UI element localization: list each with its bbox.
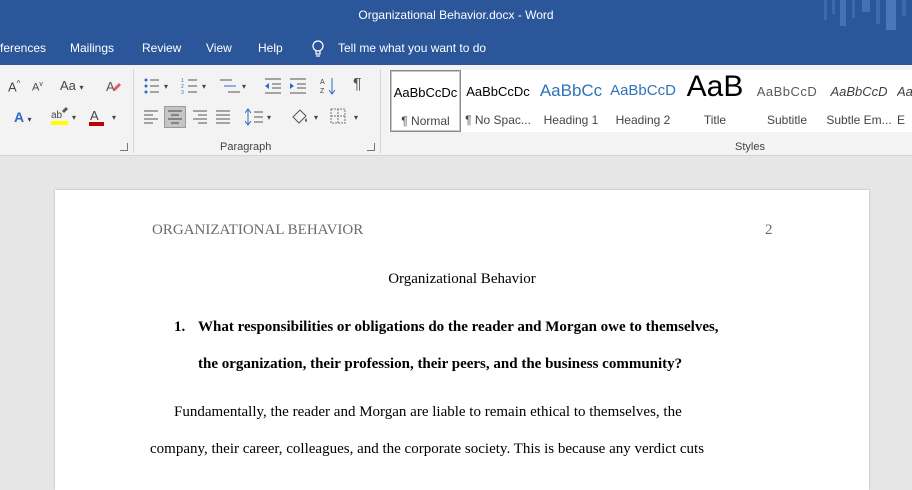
svg-text:▾: ▾ [164, 82, 168, 91]
question-number: 1. [174, 319, 186, 335]
style-subtitle-name: Subtitle [766, 113, 808, 127]
shading-icon[interactable]: ▾ [290, 107, 322, 127]
svg-text:▾: ▾ [242, 82, 246, 91]
sort-icon[interactable]: A Z [320, 76, 338, 96]
grow-font-label: A [8, 79, 17, 95]
highlight-color-icon[interactable]: ab ▾ [50, 107, 80, 127]
increase-indent-icon[interactable] [288, 77, 308, 95]
title-bar-decoration [824, 0, 906, 30]
svg-text:A: A [90, 108, 99, 123]
text-effects-button[interactable]: A ▾ [14, 109, 32, 125]
decrease-indent-icon[interactable] [263, 77, 283, 95]
style-title-sample: AaB [686, 70, 744, 103]
tell-me-search[interactable]: Tell me what you want to do [338, 41, 486, 55]
numbering-icon[interactable]: 1 2 3 ▾ [181, 77, 211, 95]
paragraph-group-label: Paragraph [220, 141, 272, 153]
document-title: Organizational Behavior [388, 271, 536, 287]
style-no-spacing[interactable]: AaBbCcDc ¶ No Spac... [463, 70, 533, 132]
tab-help[interactable]: Help [258, 41, 283, 55]
style-normal-sample: AaBbCcDc [393, 85, 458, 100]
clear-formatting-icon[interactable]: A [104, 77, 122, 95]
grow-font-button[interactable]: A^ [8, 79, 20, 94]
svg-text:A: A [320, 79, 325, 86]
style-heading-1[interactable]: AaBbCc Heading 1 [535, 70, 607, 132]
tab-mailings[interactable]: Mailings [70, 41, 114, 55]
style-subtitle[interactable]: AaBbCcD Subtitle [751, 70, 823, 132]
show-formatting-marks-button[interactable]: ¶ [353, 76, 362, 94]
style-title[interactable]: AaB Title [679, 70, 751, 132]
align-right-icon[interactable] [192, 109, 208, 125]
page-number: 2 [765, 222, 773, 238]
style-subtle-emphasis-sample: AaBbCcD [830, 84, 888, 99]
font-group-separator [133, 69, 134, 153]
svg-text:3: 3 [181, 90, 184, 95]
style-subtitle-sample: AaBbCcD [756, 84, 818, 99]
paragraph-group-separator [380, 69, 381, 153]
style-heading-2-name: Heading 2 [615, 113, 671, 127]
align-left-icon[interactable] [143, 109, 159, 125]
tab-view[interactable]: View [206, 41, 232, 55]
svg-text:▾: ▾ [314, 113, 318, 122]
style-subtle-emphasis-name: Subtle Em... [826, 113, 892, 127]
change-case-button[interactable]: Aa ▾ [60, 78, 84, 93]
tab-review[interactable]: Review [142, 41, 181, 55]
ribbon-tabs: ferences Mailings Review View Help Tell … [0, 32, 912, 65]
paragraph-line-2: company, their career, colleagues, and t… [150, 441, 705, 457]
document-page[interactable]: ORGANIZATIONAL BEHAVIOR 2 Organizational… [55, 190, 869, 490]
style-heading-1-sample: AaBbCc [539, 81, 603, 100]
title-bar: Organizational Behavior.docx - Word [0, 0, 912, 32]
question-line-1: What responsibilities or obligations do … [198, 319, 719, 335]
style-heading-2[interactable]: AaBbCcD Heading 2 [607, 70, 679, 132]
svg-text:▾: ▾ [112, 113, 116, 122]
text-effects-label: A [14, 109, 24, 125]
style-emphasis-sample: Aa [897, 84, 912, 99]
question-line-2: the organization, their profession, thei… [198, 356, 683, 372]
running-header: ORGANIZATIONAL BEHAVIOR [152, 222, 364, 238]
align-center-button[interactable] [164, 106, 186, 128]
style-subtle-emphasis[interactable]: AaBbCcD Subtle Em... [823, 70, 895, 132]
style-emphasis-name: E [897, 113, 906, 127]
svg-text:▾: ▾ [267, 113, 271, 122]
svg-text:A: A [106, 79, 115, 94]
styles-gallery: AaBbCcDc ¶ Normal AaBbCcDc ¶ No Spac... … [389, 70, 912, 132]
style-no-spacing-name: ¶ No Spac... [465, 113, 531, 127]
window-title: Organizational Behavior.docx - Word [358, 8, 554, 22]
font-dialog-launcher[interactable] [120, 143, 128, 151]
svg-text:▾: ▾ [202, 82, 206, 91]
paragraph-line-1: Fundamentally, the reader and Morgan are… [174, 404, 682, 420]
shrink-font-button[interactable]: Av [32, 81, 43, 94]
style-no-spacing-sample: AaBbCcDc [466, 84, 530, 99]
document-canvas[interactable]: ORGANIZATIONAL BEHAVIOR 2 Organizational… [0, 156, 912, 490]
svg-text:Z: Z [320, 88, 325, 95]
svg-text:▾: ▾ [354, 113, 358, 122]
tab-references[interactable]: ferences [0, 41, 46, 55]
bullets-icon[interactable]: ▾ [143, 77, 173, 95]
style-normal[interactable]: AaBbCcDc ¶ Normal [390, 70, 461, 132]
svg-text:ab: ab [51, 110, 63, 121]
style-heading-2-sample: AaBbCcD [610, 82, 676, 99]
font-color-icon[interactable]: A ▾ [88, 107, 122, 127]
multilevel-list-icon[interactable]: ▾ [218, 77, 250, 95]
change-case-label: Aa [60, 78, 76, 93]
justify-icon[interactable] [215, 109, 231, 125]
style-title-name: Title [703, 113, 727, 127]
line-spacing-icon[interactable]: ▾ [245, 108, 275, 126]
style-heading-1-name: Heading 1 [543, 113, 599, 127]
lightbulb-icon[interactable] [311, 40, 325, 58]
borders-icon[interactable]: ▾ [330, 108, 362, 126]
styles-group-label: Styles [735, 141, 765, 153]
style-normal-name: ¶ Normal [401, 114, 450, 128]
style-emphasis[interactable]: Aa E [897, 70, 912, 132]
align-center-icon [168, 110, 182, 124]
paragraph-dialog-launcher[interactable] [367, 143, 375, 151]
svg-text:▾: ▾ [72, 113, 76, 122]
ribbon: A^ Av Aa ▾ A A ▾ ab ▾ A ▾ ▾ 1 2 3 ▾ ▾ A … [0, 65, 912, 156]
